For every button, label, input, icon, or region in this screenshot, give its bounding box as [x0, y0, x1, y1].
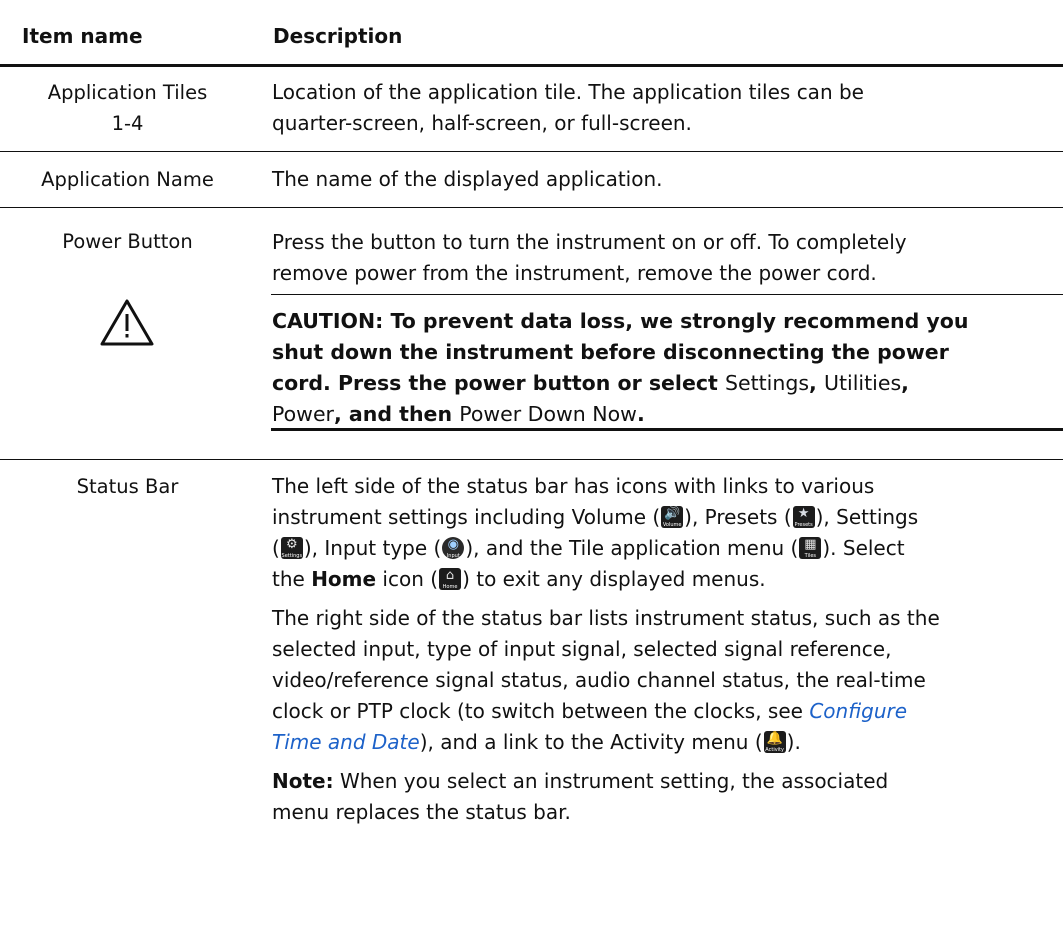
input-dial-icon[interactable]: ◉ Input: [442, 537, 465, 559]
header-description: Description: [273, 24, 403, 48]
row-divider: [0, 459, 1063, 460]
row-divider: [0, 207, 1063, 208]
header-item-name: Item name: [22, 24, 143, 48]
header-rule: [0, 64, 1063, 67]
description-application-tiles: Location of the application tile. The ap…: [272, 80, 864, 135]
row-divider: [0, 151, 1063, 152]
item-name-power-button: Power Button: [62, 230, 193, 253]
home-icon[interactable]: ⌂ Home: [439, 568, 462, 590]
description-status-bar: The left side of the status bar has icon…: [272, 474, 940, 824]
configure-time-and-date-link[interactable]: Configure: [809, 699, 907, 723]
description-power-button: Press the button to turn the instrument …: [272, 230, 907, 285]
warning-triangle-icon: [100, 299, 154, 346]
presets-icon[interactable]: ★ Presets: [792, 506, 815, 528]
description-application-name: The name of the displayed application.: [272, 167, 663, 191]
item-name-status-bar: Status Bar: [76, 475, 179, 498]
activity-bell-icon[interactable]: 🔔 Activity: [763, 731, 786, 753]
item-name-application-name: Application Name: [41, 168, 214, 191]
caution-note: CAUTION: To prevent data loss, we strong…: [272, 309, 969, 426]
settings-gear-icon[interactable]: ⚙ Settings: [280, 537, 303, 559]
description-table: Item name Description Application Tiles …: [0, 0, 1063, 926]
tiles-grid-icon[interactable]: ▦ Tiles: [799, 537, 822, 559]
volume-icon[interactable]: 🔊 Volume: [661, 506, 684, 528]
caution-top-rule: [271, 294, 1063, 295]
caution-bottom-rule: [271, 428, 1063, 431]
item-name-application-tiles: Application Tiles 1-4: [47, 81, 208, 135]
configure-time-and-date-link[interactable]: Time and Date: [272, 730, 420, 754]
